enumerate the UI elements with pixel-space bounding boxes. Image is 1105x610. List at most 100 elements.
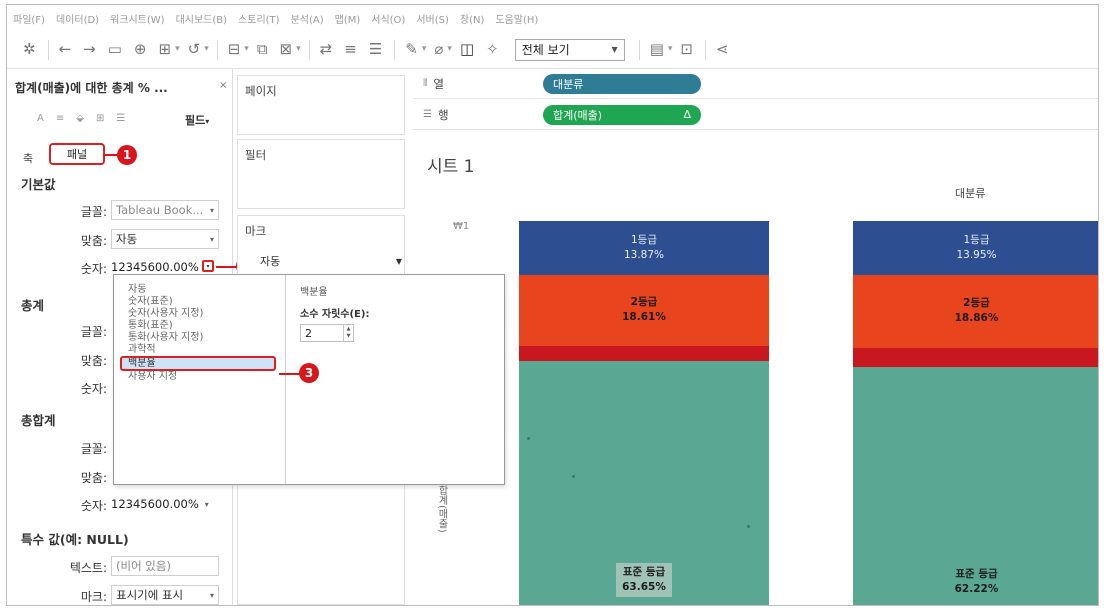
total-number-label: 숫자: (80, 382, 107, 396)
highlight-dropdown-icon[interactable]: ▾ (422, 45, 427, 54)
undo-dropdown-icon[interactable]: ▾ (204, 45, 209, 54)
show-mark-labels-icon[interactable]: ◫ (460, 42, 474, 57)
align-format-icon[interactable]: ≡ (56, 113, 64, 124)
axis-tab[interactable]: 축 (23, 150, 33, 166)
stepper-arrows-icon[interactable]: ▲ ▼ (343, 325, 353, 341)
bar-value-label: 18.61% (622, 311, 666, 324)
number-format-option[interactable]: 통화(표준) (114, 320, 285, 332)
number-format-option[interactable]: 숫자(표준) (114, 296, 285, 308)
undo-icon[interactable]: ↺ (188, 42, 201, 57)
cards-dropdown-icon[interactable]: ▾ (668, 45, 673, 54)
new-datasource-icon[interactable]: ⊕ (134, 42, 147, 57)
rows-shelf[interactable]: ☰ 행 합계(매출) Δ (413, 100, 1098, 130)
sheet-title[interactable]: 시트 1 (427, 152, 475, 177)
columns-pill-category[interactable]: 대분류 (543, 73, 701, 94)
pin-axes-icon[interactable]: ✧ (486, 42, 499, 57)
bar-segment[interactable]: 표준 등급 63.65% (519, 361, 769, 605)
pages-card[interactable]: 페이지 (237, 75, 405, 135)
show-hide-cards-icon[interactable]: ▤ (650, 42, 664, 57)
group-dropdown-icon[interactable]: ▾ (447, 45, 452, 54)
field-dropdown[interactable]: 필드▾ (185, 112, 209, 128)
clear-sheet-dropdown-icon[interactable]: ▾ (296, 45, 301, 54)
share-icon[interactable]: ⋖ (716, 42, 729, 57)
swap-rows-columns-icon[interactable]: ⇄ (320, 42, 333, 57)
marks-card-title: 마크 (245, 224, 267, 238)
bar-segment[interactable]: 2등급 18.86% (853, 274, 1098, 348)
bar-value-label: 63.65% (622, 580, 666, 593)
borders-format-icon[interactable]: ⊞ (96, 113, 104, 124)
columns-pill-label: 대분류 (553, 77, 584, 91)
menu-item[interactable]: 워크시트(W) (110, 11, 165, 26)
menu-item[interactable]: 서식(O) (371, 11, 405, 26)
decimal-places-value: 2 (305, 326, 312, 340)
tableau-logo-icon[interactable]: ✲ (23, 42, 36, 57)
y-axis-title[interactable]: 합계(매출) (435, 485, 449, 533)
number-format-option[interactable]: 사용자 지정 (114, 371, 285, 383)
presentation-mode-icon[interactable]: ⊡ (680, 42, 693, 57)
decimal-places-stepper[interactable]: 2 ▲ ▼ (300, 324, 354, 342)
new-sheet-icon[interactable]: ⊟ (228, 42, 241, 57)
menu-item[interactable]: 창(N) (460, 11, 484, 26)
chevron-down-icon: ▾ (209, 205, 214, 215)
bar-data-label: 표준 등급 63.65% (616, 562, 672, 597)
bar-segment[interactable]: 2등급 18.61% (519, 274, 769, 347)
menu-item[interactable]: 분석(A) (291, 11, 324, 26)
shading-format-icon[interactable]: ⬙ (76, 113, 84, 124)
number-format-option[interactable]: 과학적 (114, 344, 285, 356)
menu-item[interactable]: 도움말(H) (495, 11, 538, 26)
columns-icon: ⦀ (423, 78, 428, 89)
new-worksheet-icon[interactable]: ⊞ (159, 42, 172, 57)
default-font-select[interactable]: Tableau Book... ▾ (111, 200, 219, 220)
panel-tab[interactable]: 패널 (49, 143, 105, 165)
lines-format-icon[interactable]: ☰ (116, 113, 125, 124)
bar-series-name: 1등급 (630, 233, 657, 246)
menu-item[interactable]: 스토리(T) (238, 11, 280, 26)
save-icon[interactable]: ▭ (108, 42, 122, 57)
menu-item[interactable]: 대시보드(B) (176, 11, 227, 26)
clear-sheet-icon[interactable]: ⊠ (280, 42, 293, 57)
special-mark-select[interactable]: 표시기에 표시 ▾ (111, 585, 219, 605)
group-members-icon[interactable]: ⌀ (434, 42, 443, 57)
close-icon[interactable]: × (219, 80, 227, 91)
bar-segment[interactable] (519, 346, 769, 362)
number-format-option[interactable]: 숫자(사용자 지정) (114, 308, 285, 320)
grand-total-number-select[interactable]: 12345600.00% ▾ (111, 497, 209, 511)
forward-icon[interactable]: → (83, 42, 96, 57)
bar-segment[interactable]: 1등급 13.95% (853, 221, 1098, 275)
columns-shelf[interactable]: ⦀ 열 대분류 (413, 69, 1098, 99)
chart-column-header[interactable]: 대분류 (955, 185, 985, 201)
rows-pill-sales[interactable]: 합계(매출) Δ (543, 104, 701, 125)
bar-segment[interactable]: 1등급 13.87% (519, 221, 769, 275)
menu-item[interactable]: 서버(S) (416, 11, 449, 26)
highlight-icon[interactable]: ✎ (405, 42, 418, 57)
default-font-label: 글꼴: (80, 205, 107, 219)
rows-shelf-label: 행 (437, 107, 449, 122)
number-format-dropdown-button[interactable]: ▾ (202, 260, 214, 272)
default-number-value[interactable]: 12345600.00% (111, 260, 199, 274)
bar-series-name: 2등급 (963, 297, 990, 310)
number-format-option[interactable]: 자동 (114, 284, 285, 296)
special-text-input[interactable]: (비어 있음) (111, 556, 219, 576)
menu-item[interactable]: 데이터(D) (56, 11, 99, 26)
bar-segment[interactable]: 표준 등급 62.22% (853, 366, 1098, 605)
new-worksheet-dropdown-icon[interactable]: ▾ (175, 45, 180, 54)
fit-view-select[interactable]: 전체 보기 ▼ (514, 38, 625, 61)
mark-type-select[interactable]: 자동 ▼ (260, 252, 402, 270)
special-mark-value: 표시기에 표시 (116, 588, 184, 602)
bar-segment[interactable] (853, 347, 1098, 367)
sort-ascending-icon[interactable]: ≡ (344, 42, 357, 57)
default-align-select[interactable]: 자동 ▾ (111, 229, 219, 249)
menu-item[interactable]: 맵(M) (335, 11, 361, 26)
new-sheet-dropdown-icon[interactable]: ▾ (244, 45, 249, 54)
chevron-down-icon: ▾ (204, 499, 209, 509)
number-format-option[interactable]: 백분율 (120, 356, 276, 371)
sort-descending-icon[interactable]: ☰ (369, 42, 382, 57)
menu-item[interactable]: 파일(F) (13, 11, 45, 26)
grand-total-align-label: 맞춤: (80, 471, 107, 485)
duplicate-sheet-icon[interactable]: ⧉ (257, 42, 268, 57)
filters-card[interactable]: 필터 (237, 139, 405, 209)
back-icon[interactable]: ← (59, 42, 72, 57)
toolbar-separator (705, 39, 706, 60)
font-format-icon[interactable]: A (37, 113, 44, 124)
number-format-option[interactable]: 통화(사용자 지정) (114, 332, 285, 344)
